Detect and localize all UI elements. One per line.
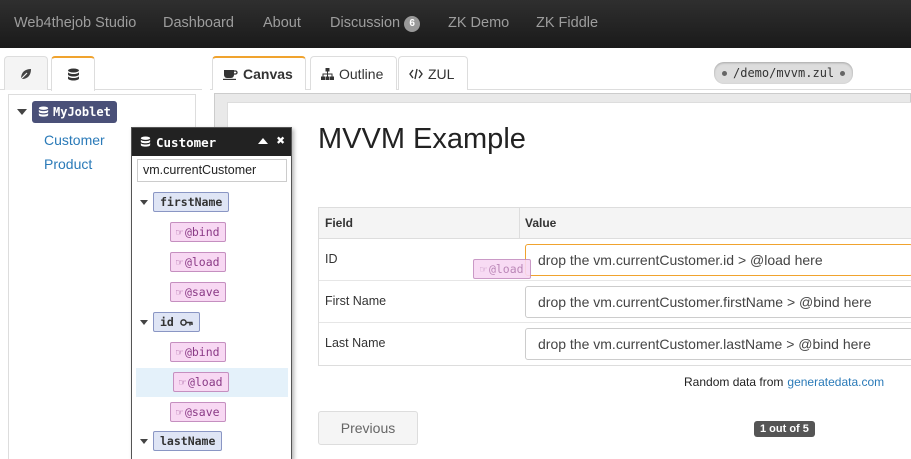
row-label-id: ID [325,252,338,266]
discussion-count-badge: 6 [404,16,421,32]
caret-down-icon[interactable] [140,199,148,205]
leaf-icon [20,68,31,79]
table-row: ID drop the vm.currentCustomer.id > @loa… [319,239,911,281]
col-header-field[interactable]: Field [325,216,353,230]
caret-down-icon[interactable] [140,438,148,444]
annotation-load[interactable]: ☞ @load [170,252,226,272]
database-icon [140,136,151,147]
first-name-value-field[interactable]: drop the vm.currentCustomer.firstName > … [525,286,911,318]
drag-ghost-label: @load [488,262,524,276]
property-lastname[interactable]: lastName [140,431,223,451]
nav-discussion[interactable]: Discussion 6 [330,15,421,32]
property-pill[interactable]: lastName [153,431,223,451]
binding-expression-input[interactable]: vm.currentCustomer [137,159,287,182]
editor-tabs: Canvas Outline ZUL /demo/mvvm.zul [210,54,911,90]
hand-pointer-icon: ☞ [176,405,183,419]
property-pill[interactable]: firstName [153,192,230,212]
customer-grid: Field Value ID drop the vm.currentCustom… [318,207,911,366]
annotation-label: @save [184,285,220,299]
nav-about[interactable]: About [263,15,301,31]
drag-ghost-annotation[interactable]: ☞ @load [473,259,531,279]
grid-header: Field Value [319,208,911,239]
property-firstname[interactable]: firstName [140,192,230,212]
annotation-label: @save [184,405,220,419]
hand-pointer-icon: ☞ [480,262,487,276]
tab-zul[interactable]: ZUL [398,56,468,90]
hand-pointer-icon: ☞ [176,285,183,299]
hand-pointer-icon: ☞ [176,345,183,359]
nav-zk-fiddle[interactable]: ZK Fiddle [536,15,598,31]
last-name-value-field[interactable]: drop the vm.currentCustomer.lastName > @… [525,328,911,360]
tree-root-myjoblet[interactable]: MyJoblet [17,101,117,123]
annotation-save[interactable]: ☞ @save [170,282,226,302]
close-icon[interactable]: ✖ [277,134,285,148]
previous-button[interactable]: Previous [318,411,418,445]
annotation-bind[interactable]: ☞ @bind [170,342,226,362]
collapse-icon[interactable] [257,138,268,144]
file-path-pill: /demo/mvvm.zul [714,62,854,84]
panel-tools: ✖ [257,134,285,148]
annotation-bind[interactable]: ☞ @bind [170,222,226,242]
caret-down-icon[interactable] [140,319,148,325]
top-navbar: Web4thejob Studio Dashboard About Discus… [0,0,911,48]
brand-link[interactable]: Web4thejob Studio [14,15,136,31]
nav-zk-demo[interactable]: ZK Demo [448,15,509,31]
tab-zul-label: ZUL [428,65,455,82]
property-label: id [160,315,174,329]
table-row: Last Name drop the vm.currentCustomer.la… [319,323,911,365]
annotation-label: @load [184,255,220,269]
caret-down-icon[interactable] [17,109,27,115]
dot-icon [722,70,727,76]
nav-dashboard[interactable]: Dashboard [163,15,234,31]
hand-pointer-icon: ☞ [176,225,183,239]
annotation-label: @bind [184,345,220,359]
col-header-value[interactable]: Value [525,216,556,230]
hand-pointer-icon: ☞ [179,375,186,389]
tab-leaf[interactable] [4,56,48,90]
tab-outline-label: Outline [339,65,384,82]
sitemap-icon [321,67,334,80]
page-count-badge: 1 out of 5 [754,421,815,437]
coffee-icon [223,70,238,80]
left-tabs [0,54,202,91]
database-icon [38,106,49,117]
property-id[interactable]: id [140,312,200,332]
tab-database[interactable] [51,56,95,91]
dot-icon [840,70,846,76]
annotation-label: @load [187,375,223,389]
id-value-field[interactable]: drop the vm.currentCustomer.id > @load h… [525,244,911,276]
page-title: MVVM Example [318,123,526,155]
annotation-label: @bind [184,225,220,239]
hand-pointer-icon: ☞ [176,255,183,269]
annotation-save[interactable]: ☞ @save [170,402,226,422]
table-row: First Name drop the vm.currentCustomer.f… [319,281,911,323]
column-divider [519,208,520,239]
tab-canvas-label: Canvas [243,66,293,82]
tab-outline[interactable]: Outline [310,56,397,90]
tab-canvas[interactable]: Canvas [212,56,306,90]
annotation-load-selected[interactable]: ☞ @load [173,372,229,392]
generatedata-link[interactable]: generatedata.com [787,375,884,389]
random-data-note: Random data from generatedata.com [684,375,884,389]
customer-panel-title: Customer [156,134,217,150]
code-icon [409,68,423,79]
root-label: MyJoblet [53,105,111,119]
file-path: /demo/mvvm.zul [733,66,835,80]
row-label-first-name: First Name [325,294,387,308]
database-icon [67,68,79,80]
random-note-text: Random data from [684,375,784,389]
tree-item-customer[interactable]: Customer [44,132,105,148]
tree-item-product[interactable]: Product [44,156,92,172]
key-icon [180,318,193,326]
property-pill[interactable]: id [153,312,200,332]
nav-discussion-label: Discussion [330,15,401,31]
row-label-last-name: Last Name [325,336,386,350]
customer-panel-header[interactable]: Customer ✖ [132,128,291,156]
customer-panel[interactable]: Customer ✖ vm.currentCustomer firstName … [131,127,292,459]
root-pill[interactable]: MyJoblet [32,101,117,123]
